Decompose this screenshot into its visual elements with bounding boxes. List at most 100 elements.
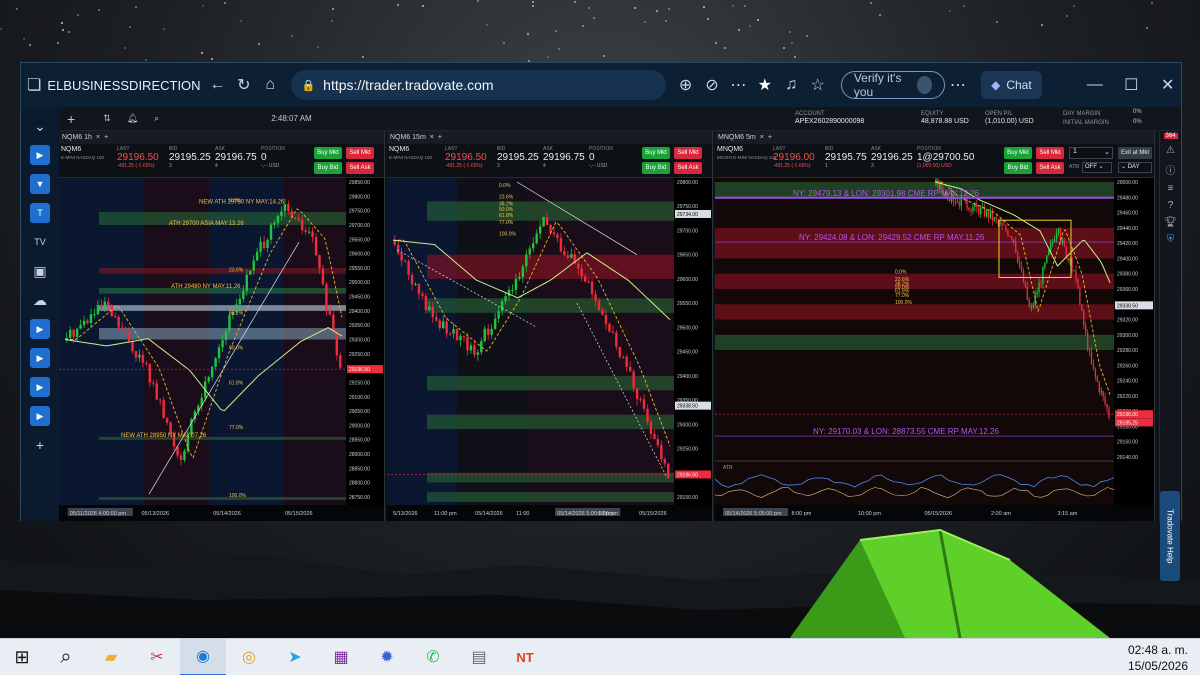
close-icon[interactable]: ×	[96, 134, 100, 141]
home-icon[interactable]: ⌂	[257, 76, 283, 94]
add-icon[interactable]: +	[30, 435, 50, 455]
tracking-prevention-icon[interactable]: ⊘	[699, 75, 725, 95]
chrome-icon[interactable]: ◎	[226, 639, 272, 675]
tradovate-icon[interactable]: T	[30, 203, 50, 223]
candle-body	[608, 323, 611, 332]
add-icon[interactable]: +	[768, 134, 772, 141]
sell-mkt-button[interactable]: Sell Mkt	[346, 147, 374, 159]
browser-window: ❏ ELBUSINESSDIRECTION CAPITAL L ← ↻ ⌂ 🔒 …	[20, 62, 1182, 581]
fib-level-label: 77.0%	[229, 425, 244, 431]
telegram-icon[interactable]: ➤	[272, 639, 318, 675]
symbol[interactable]: NQM6	[61, 146, 81, 153]
add-icon[interactable]: +	[67, 111, 75, 127]
avatar	[917, 76, 932, 94]
symbol[interactable]: NQM6	[389, 146, 409, 153]
system-clock[interactable]: 02:48 a. m. 15/05/2026	[1128, 642, 1188, 674]
shield-icon[interactable]: ⛨	[1160, 234, 1181, 245]
chart-tab[interactable]: NQM6 15m × +	[387, 131, 712, 144]
close-icon[interactable]: ×	[430, 134, 434, 141]
candle-body	[396, 244, 400, 254]
price-axis-label: 29450.00	[349, 295, 370, 301]
buy-mkt-button[interactable]: Buy Mkt	[314, 147, 342, 159]
back-icon[interactable]: ←	[204, 76, 230, 94]
favorites-icon[interactable]: ☆	[804, 75, 830, 95]
cloud-icon[interactable]: ☁	[30, 290, 50, 310]
info-icon[interactable]: ⓘ	[1160, 162, 1181, 177]
sort-icon[interactable]: ⇅	[103, 113, 111, 124]
price-chart[interactable]: 0.0%23.6%38.2%50.0%61.8%77.0%100.0%NEW A…	[59, 178, 384, 521]
star	[316, 46, 319, 49]
sell-ask-button[interactable]: Sell Ask	[1036, 162, 1064, 174]
sidebar-app-1[interactable]: ▶	[30, 145, 50, 165]
price-chart[interactable]: 0.0%23.6%38.2%50.0%61.8%77.0%100.0%29800…	[387, 178, 712, 521]
buy-mkt-button[interactable]: Buy Mkt	[1004, 147, 1032, 159]
buy-mkt-button[interactable]: Buy Mkt	[642, 147, 670, 159]
help-icon[interactable]: ?	[1160, 200, 1181, 211]
search-icon[interactable]: ⌕	[154, 113, 159, 124]
candle-body	[532, 243, 535, 249]
settings-more-icon[interactable]: ⋯	[945, 75, 971, 95]
search-icon[interactable]: ⌕	[44, 639, 88, 675]
alert-icon[interactable]: ⚠	[1160, 145, 1181, 156]
app-icon[interactable]: ▣	[30, 261, 50, 281]
sidebar-app-4[interactable]: ▶	[30, 348, 50, 368]
favorite-star-icon[interactable]: ★	[752, 75, 778, 95]
tradingview-icon[interactable]: TV	[30, 232, 50, 252]
candle-body	[438, 320, 441, 329]
verify-profile-button[interactable]: Verify it's you	[840, 71, 945, 99]
more-dots-icon[interactable]: ⋯	[725, 75, 751, 95]
close-icon[interactable]: ×	[760, 134, 764, 141]
quantity-input[interactable]: 1 ⌄	[1069, 147, 1113, 159]
file-explorer-icon[interactable]: ▰	[88, 639, 134, 675]
tradovate-help-tab[interactable]: Tradovate Help	[1160, 491, 1180, 581]
price-chart[interactable]: 0.0%23.6%38.2%50.0%61.8%77.0%100.0%NY: 2…	[715, 178, 1154, 521]
maximize-icon[interactable]: ☐	[1118, 75, 1144, 95]
buy-bid-button[interactable]: Buy Bid	[314, 162, 342, 174]
add-icon[interactable]: +	[104, 134, 108, 141]
notification-badge[interactable]: 364	[1163, 133, 1178, 139]
add-icon[interactable]: +	[438, 134, 442, 141]
atm-select[interactable]: OFF ⌄	[1082, 162, 1112, 173]
time-axis-label: 05/15/2026	[924, 511, 952, 517]
chevron-down-icon[interactable]: ⌄	[30, 116, 50, 136]
app-gear-icon[interactable]: ✹	[364, 639, 410, 675]
edge-browser-icon[interactable]: ◉	[180, 638, 226, 675]
layers-icon[interactable]: ≡	[1160, 183, 1181, 194]
buy-bid-button[interactable]: Buy Bid	[642, 162, 670, 174]
sell-ask-button[interactable]: Sell Ask	[674, 162, 702, 174]
time-in-force-select[interactable]: ⌄ DAY	[1118, 162, 1152, 173]
refresh-icon[interactable]: ↻	[231, 75, 257, 95]
bell-icon[interactable]: 🔔︎	[127, 113, 138, 124]
exit-at-mkt-button[interactable]: Exit at Mkt	[1118, 147, 1152, 159]
sidebar-app-3[interactable]: ▶	[30, 319, 50, 339]
sell-ask-button[interactable]: Sell Ask	[346, 162, 374, 174]
trophy-icon[interactable]: 🏆︎	[1160, 217, 1181, 228]
chart-tab[interactable]: NQM6 1h × +	[59, 131, 384, 144]
calculator-icon[interactable]: ▤	[456, 639, 502, 675]
address-bar[interactable]: 🔒 https://trader.tradovate.com	[291, 70, 667, 100]
windows-start-icon[interactable]: ⊞	[0, 639, 44, 675]
price-axis-label: 29850.00	[349, 180, 370, 186]
sidebar-app-2[interactable]: ▼	[30, 174, 50, 194]
chart-tab[interactable]: MNQM6 5m × +	[715, 131, 1154, 144]
sell-mkt-button[interactable]: Sell Mkt	[674, 147, 702, 159]
account-selector[interactable]: ACCOUNT APEX2602890000098	[795, 110, 864, 126]
close-icon[interactable]: ✕	[1154, 75, 1180, 95]
sidebar-app-6[interactable]: ▶	[30, 406, 50, 426]
whatsapp-icon[interactable]: ✆	[410, 639, 456, 675]
copilot-chat-button[interactable]: ◆ Chat	[981, 71, 1042, 99]
snipping-tool-icon[interactable]: ✂	[134, 639, 180, 675]
sidebar-app-5[interactable]: ▶	[30, 377, 50, 397]
ninjatrader-icon[interactable]: NT	[502, 639, 548, 675]
symbol[interactable]: MNQM6	[717, 146, 743, 153]
media-icon[interactable]: ♫	[778, 76, 804, 94]
time-axis-label: 11:00	[516, 511, 529, 517]
buy-bid-button[interactable]: Buy Bid	[1004, 162, 1032, 174]
candle-body	[570, 254, 573, 258]
app-shortcut-icon[interactable]: ▦	[318, 639, 364, 675]
workspaces-icon[interactable]: ❏	[21, 75, 47, 95]
sell-mkt-button[interactable]: Sell Mkt	[1036, 147, 1064, 159]
star	[62, 28, 65, 31]
minimize-icon[interactable]: —	[1082, 76, 1108, 94]
zoom-icon[interactable]: ⊕	[672, 75, 698, 95]
